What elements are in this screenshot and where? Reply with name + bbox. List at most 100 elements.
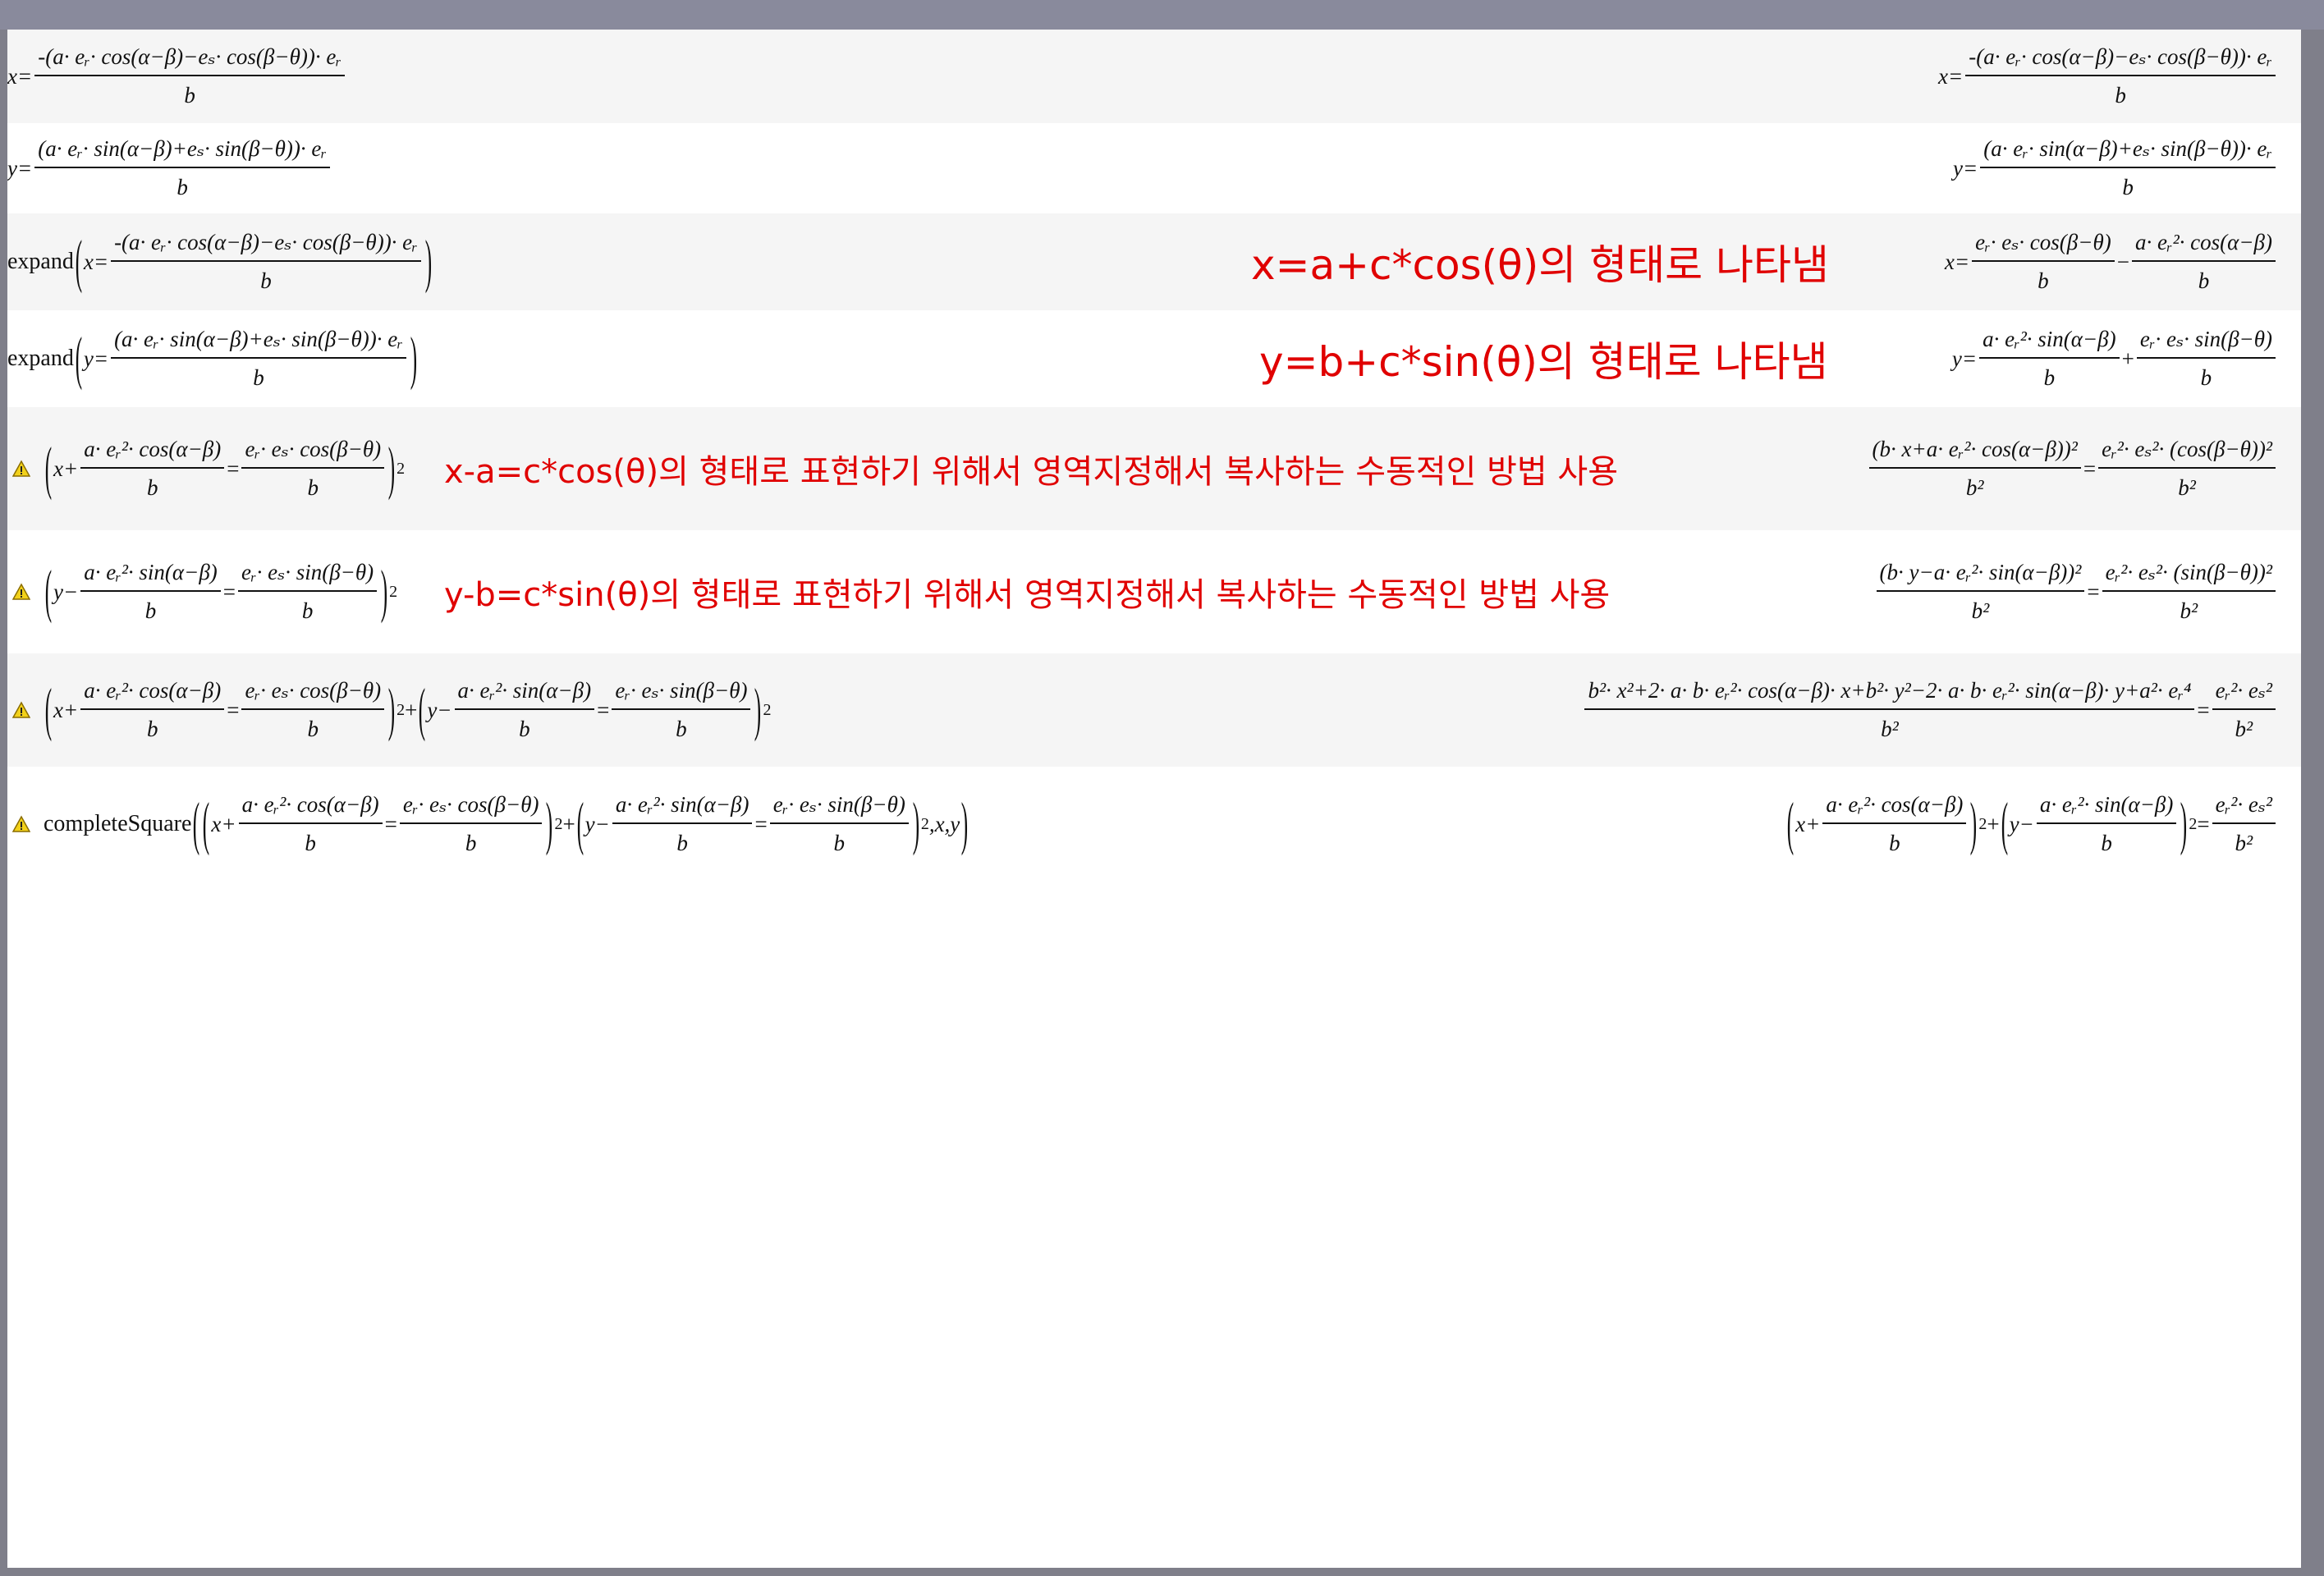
exponent: 2 [763, 700, 772, 719]
plus: + [405, 697, 418, 722]
input-cell[interactable]: (y− a· eᵣ²· sin(α−β) b = eᵣ· eₛ· sin(β−θ)… [7, 530, 397, 653]
fraction: a· eᵣ²· sin(α−β) b [612, 792, 753, 856]
variables: ,x,y [928, 811, 960, 836]
denominator: b² [2180, 598, 2198, 623]
numerator: a· eᵣ²· cos(α−β) [1822, 792, 1967, 824]
fraction: b²· x²+2· a· b· eᵣ²· cos(α−β)· x+b²· y²−… [1584, 678, 2195, 742]
output-cell[interactable]: (b· x+a· eᵣ²· cos(α−β))² b² = eᵣ²· eₛ²· (… [1867, 407, 2278, 530]
fraction: eᵣ²· eₛ² b² [2212, 678, 2276, 742]
numerator: eᵣ²· eₛ²· (cos(β−θ))² [2098, 437, 2276, 469]
warning-icon[interactable] [12, 701, 30, 719]
fraction: a· eᵣ²· cos(α−β) b [1822, 792, 1967, 856]
fraction: -(a· eᵣ· cos(α−β)−eₛ· cos(β−θ))· eᵣ b [1965, 44, 2276, 108]
fraction: a· eᵣ²· cos(α−β) b [80, 678, 225, 742]
denominator: b [465, 831, 477, 855]
equals: = [2197, 697, 2210, 722]
lhs: y= [83, 346, 109, 371]
output-cell[interactable]: x= eᵣ· eₛ· cos(β−θ) b − a· eᵣ²· cos(α−β) b [1945, 213, 2278, 310]
denominator: b [676, 831, 688, 855]
output-cell[interactable]: (b· y−a· eᵣ²· sin(α−β))² b² = eᵣ²· eₛ²· (… [1874, 530, 2278, 653]
fraction: eᵣ²· eₛ²· (cos(β−θ))² b² [2098, 437, 2276, 501]
exponent: 2 [389, 582, 398, 601]
warning-icon[interactable] [12, 583, 30, 601]
numerator: eᵣ²· eₛ² [2212, 792, 2276, 824]
numerator: a· eᵣ²· cos(α−β) [80, 437, 225, 469]
denominator: b [833, 831, 846, 855]
denominator: b [305, 831, 316, 855]
entry-row-3[interactable]: expand( x= -(a· eᵣ· cos(α−β)−eₛ· cos(β−θ… [7, 213, 2301, 310]
fraction: a· eᵣ²· sin(α−β) b [454, 678, 595, 742]
exponent: 2 [2189, 814, 2198, 833]
input-cell[interactable]: y= (a· eᵣ· sin(α−β)+eₛ· sin(β−θ))· eᵣ b [7, 123, 332, 213]
denominator: b [676, 717, 687, 741]
denominator: b² [1971, 598, 1990, 623]
entry-row-2[interactable]: y= (a· eᵣ· sin(α−β)+eₛ· sin(β−θ))· eᵣ b y… [7, 123, 2301, 213]
numerator: (a· eᵣ· sin(α−β)+eₛ· sin(β−θ))· eᵣ [1980, 136, 2276, 168]
term-prefix: y− [427, 697, 452, 722]
input-cell[interactable]: expand( x= -(a· eᵣ· cos(α−β)−eₛ· cos(β−θ… [7, 213, 433, 310]
denominator: b [260, 268, 272, 293]
numerator: eᵣ· eₛ· cos(β−θ) [241, 678, 385, 710]
numerator: a· eᵣ²· cos(α−β) [238, 792, 383, 824]
numerator: (a· eᵣ· sin(α−β)+eₛ· sin(β−θ))· eᵣ [34, 136, 331, 168]
plus: + [562, 811, 575, 836]
numerator: eᵣ· eₛ· sin(β−θ) [238, 560, 378, 592]
warning-icon[interactable] [12, 460, 30, 478]
entry-row-5[interactable]: (x+ a· eᵣ²· cos(α−β) b = eᵣ· eₛ· cos(β−θ)… [7, 407, 2301, 530]
lhs: x= [7, 63, 33, 89]
warning-icon[interactable] [12, 815, 30, 833]
fraction: (a· eᵣ· sin(α−β)+eₛ· sin(β−θ))· eᵣ b [34, 136, 331, 200]
equals: = [384, 811, 397, 836]
lhs: x= [1938, 63, 1964, 89]
denominator: b [307, 475, 319, 500]
numerator: eᵣ²· eₛ²· (sin(β−θ))² [2102, 560, 2276, 592]
entry-row-8[interactable]: completeSquare((x+ a· eᵣ²· cos(α−β) b = e… [7, 767, 2301, 882]
input-cell[interactable]: (x+ a· eᵣ²· cos(α−β) b = eᵣ· eₛ· cos(β−θ)… [7, 653, 771, 767]
fraction: a· eᵣ²· sin(α−β) b [2036, 792, 2177, 856]
denominator: b [2122, 175, 2134, 199]
input-cell[interactable]: (x+ a· eᵣ²· cos(α−β) b = eᵣ· eₛ· cos(β−θ)… [7, 407, 405, 530]
annotation-note: x-a=c*cos(θ)의 형태로 표현하기 위해서 영역지정해서 복사하는 수… [444, 453, 1619, 491]
numerator: -(a· eᵣ· cos(α−β)−eₛ· cos(β−θ))· eᵣ [1965, 44, 2276, 76]
command-name: expand [7, 249, 74, 274]
calculator-document[interactable]: x= -(a· eᵣ· cos(α−β)−eₛ· cos(β−θ))· eᵣ b … [7, 30, 2301, 1568]
output-cell[interactable]: b²· x²+2· a· b· eᵣ²· cos(α−β)· x+b²· y²−… [1582, 653, 2278, 767]
exponent: 2 [554, 814, 563, 833]
equals: = [597, 697, 610, 722]
input-cell[interactable]: expand( y= (a· eᵣ· sin(α−β)+eₛ· sin(β−θ)… [7, 310, 419, 407]
term-prefix: x+ [53, 456, 79, 481]
entry-row-4[interactable]: expand( y= (a· eᵣ· sin(α−β)+eₛ· sin(β−θ)… [7, 310, 2301, 407]
term-prefix: y− [584, 811, 610, 836]
fraction: a· eᵣ²· cos(α−β) b [2131, 230, 2276, 294]
output-cell[interactable]: y= (a· eᵣ· sin(α−β)+eₛ· sin(β−θ))· eᵣ b [1953, 123, 2278, 213]
fraction: eᵣ· eₛ· sin(β−θ) b [769, 792, 909, 856]
denominator: b² [2235, 831, 2253, 855]
input-cell[interactable]: completeSquare((x+ a· eᵣ²· cos(α−β) b = e… [7, 767, 969, 882]
fraction: eᵣ· eₛ· cos(β−θ) b [399, 792, 543, 856]
term-prefix: y− [2009, 811, 2034, 836]
window-titlebar [0, 0, 2324, 30]
denominator: b [176, 175, 188, 199]
denominator: b² [2178, 475, 2196, 500]
denominator: b [253, 365, 264, 390]
entry-row-6[interactable]: (y− a· eᵣ²· sin(α−β) b = eᵣ· eₛ· sin(β−θ)… [7, 530, 2301, 653]
denominator: b [307, 717, 319, 741]
input-cell[interactable]: x= -(a· eᵣ· cos(α−β)−eₛ· cos(β−θ))· eᵣ b [7, 30, 347, 123]
fraction: eᵣ· eₛ· sin(β−θ) b [238, 560, 378, 624]
fraction: (a· eᵣ· sin(α−β)+eₛ· sin(β−θ))· eᵣ b [1980, 136, 2276, 200]
denominator: b [146, 475, 158, 500]
annotation-note: x=a+c*cos(θ)의 형태로 나타냄 [1251, 241, 1830, 289]
denominator: b [2101, 831, 2112, 855]
output-cell[interactable]: x= -(a· eᵣ· cos(α−β)−eₛ· cos(β−θ))· eᵣ b [1938, 30, 2278, 123]
operator: − [2116, 249, 2129, 274]
denominator: b [1889, 831, 1900, 855]
entry-row-1[interactable]: x= -(a· eᵣ· cos(α−β)−eₛ· cos(β−θ))· eᵣ b … [7, 30, 2301, 123]
output-cell[interactable]: y= a· eᵣ²· sin(α−β) b + eᵣ· eₛ· sin(β−θ) b [1952, 310, 2278, 407]
numerator: a· eᵣ²· cos(α−β) [80, 678, 225, 710]
output-cell[interactable]: (x+ a· eᵣ²· cos(α−β) b) 2 + (y− a· eᵣ²· si… [1785, 767, 2278, 882]
entry-row-7[interactable]: (x+ a· eᵣ²· cos(α−β) b = eᵣ· eₛ· cos(β−θ)… [7, 653, 2301, 767]
numerator: a· eᵣ²· sin(α−β) [2036, 792, 2177, 824]
annotation-note: y=b+c*sin(θ)의 형태로 나타냄 [1259, 338, 1828, 386]
fraction: a· eᵣ²· cos(α−β) b [238, 792, 383, 856]
equals: = [227, 697, 240, 722]
